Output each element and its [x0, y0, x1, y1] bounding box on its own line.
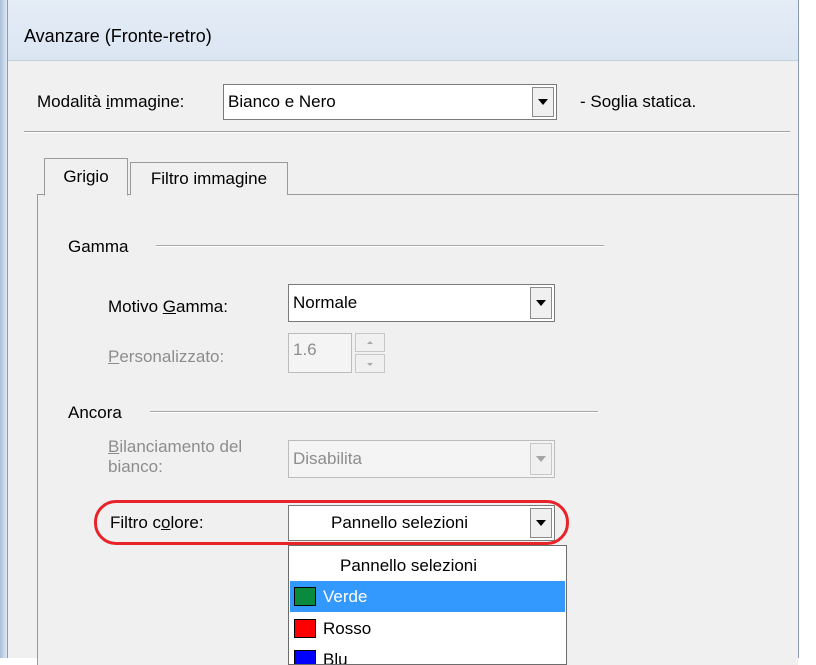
- image-mode-note: - Soglia statica.: [580, 92, 697, 111]
- gamma-pattern-label: Motivo Gamma:: [108, 297, 228, 316]
- white-balance-label: Bilanciamento del bianco:: [108, 437, 243, 476]
- spin-up-icon[interactable]: [355, 333, 385, 352]
- color-filter-dropdown-list: Pannello selezioni Verde Rosso Blu: [288, 545, 567, 665]
- gamma-custom-field[interactable]: 1.6: [288, 333, 352, 373]
- dropdown-option-verde[interactable]: Verde: [290, 581, 565, 612]
- background-window-edge-right: [798, 0, 816, 658]
- dropdown-option-blu[interactable]: Blu: [290, 644, 565, 664]
- gamma-custom-label: Personalizzato:: [108, 347, 225, 366]
- window-title: Avanzare (Fronte-retro): [24, 26, 212, 46]
- white-balance-select[interactable]: Disabilita: [288, 440, 555, 478]
- gamma-group-line: [156, 245, 604, 247]
- tab-grigio[interactable]: Grigio: [44, 158, 128, 196]
- image-mode-label: Modalità immagine:: [37, 92, 185, 111]
- image-mode-value: Bianco e Nero: [228, 92, 336, 111]
- ancora-group-label: Ancora: [68, 403, 122, 422]
- dropdown-option-pannello-selezioni[interactable]: Pannello selezioni: [290, 550, 565, 581]
- gamma-group-label: Gamma: [68, 237, 129, 256]
- chevron-down-icon[interactable]: [530, 443, 552, 475]
- dropdown-option-rosso[interactable]: Rosso: [290, 613, 565, 644]
- chevron-down-icon[interactable]: [530, 287, 552, 319]
- chevron-down-icon[interactable]: [532, 87, 554, 117]
- gamma-pattern-select[interactable]: Normale: [288, 284, 555, 322]
- title-bar[interactable]: Avanzare (Fronte-retro): [8, 0, 798, 61]
- white-balance-value: Disabilita: [293, 449, 362, 468]
- background-window-edge: [0, 0, 7, 658]
- color-swatch-red: [294, 619, 316, 638]
- image-mode-select[interactable]: Bianco e Nero: [223, 84, 557, 120]
- gamma-custom-value: 1.6: [293, 340, 317, 359]
- ancora-group-line: [150, 411, 598, 413]
- highlight-outline: [94, 500, 569, 545]
- spin-down-icon[interactable]: [355, 354, 385, 373]
- color-swatch-green: [294, 587, 316, 606]
- separator: [24, 131, 790, 133]
- tab-filtro-immagine[interactable]: Filtro immagine: [130, 162, 288, 195]
- tab-filtro-immagine-label: Filtro immagine: [150, 169, 268, 188]
- tab-grigio-label: Grigio: [63, 167, 109, 186]
- gamma-pattern-value: Normale: [293, 293, 358, 312]
